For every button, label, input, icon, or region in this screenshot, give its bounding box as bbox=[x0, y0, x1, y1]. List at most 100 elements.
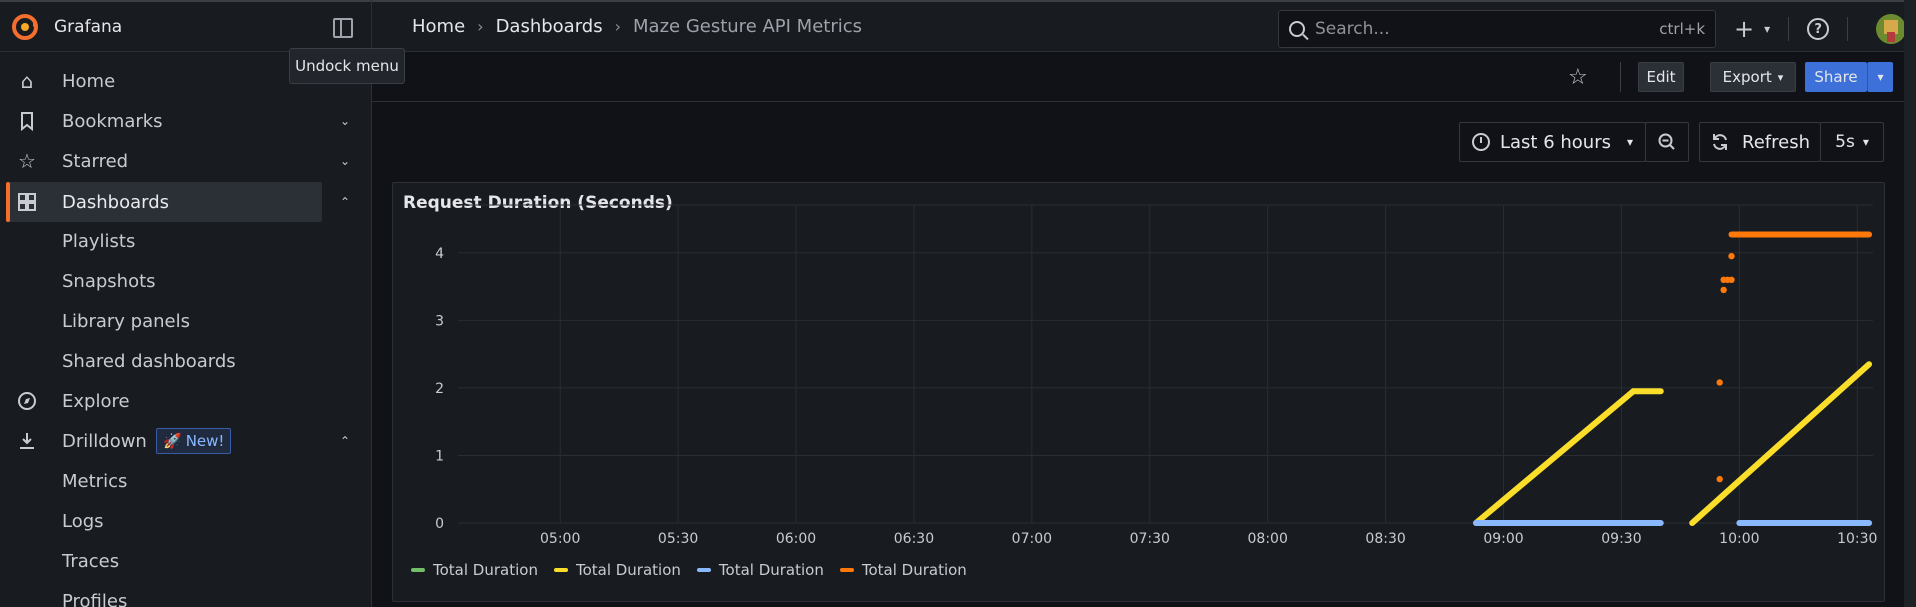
rocket-icon: 🚀 bbox=[163, 432, 182, 450]
share-button[interactable]: Share bbox=[1805, 62, 1867, 92]
sidebar-item-bookmarks[interactable]: Bookmarks ⌄ bbox=[0, 101, 371, 141]
breadcrumb-separator-icon: › bbox=[477, 17, 484, 36]
sidebar-item-profiles[interactable]: Profiles bbox=[0, 581, 371, 607]
sidebar-item-label: Library panels bbox=[62, 310, 190, 332]
sidebar-item-library-panels[interactable]: Library panels bbox=[0, 301, 371, 341]
active-indicator bbox=[6, 182, 10, 222]
x-tick-label: 08:30 bbox=[1365, 531, 1405, 547]
search-shortcut: ctrl+k bbox=[1659, 20, 1705, 38]
x-tick-label: 07:30 bbox=[1130, 531, 1170, 547]
breadcrumb-dashboards[interactable]: Dashboards bbox=[496, 16, 603, 37]
sidebar-item-label: Home bbox=[62, 70, 116, 92]
chevron-down-icon[interactable]: ⌄ bbox=[340, 114, 350, 128]
dashboards-icon bbox=[18, 193, 36, 211]
divider bbox=[1847, 17, 1849, 41]
sidebar-item-dashboards[interactable]: Dashboards ⌃ bbox=[0, 182, 371, 222]
legend-label: Total Duration bbox=[718, 561, 824, 579]
series-3-point bbox=[1720, 286, 1727, 294]
search-icon bbox=[1289, 21, 1305, 37]
series-3-point bbox=[1728, 276, 1735, 283]
refresh-button[interactable]: Refresh bbox=[1699, 122, 1821, 162]
chevron-up-icon[interactable]: ⌃ bbox=[340, 434, 350, 448]
top-actions: + ▾ ? bbox=[1734, 14, 1907, 44]
top-nav: Grafana Home › Dashboards › Maze Gesture… bbox=[0, 0, 1916, 52]
y-tick-label: 4 bbox=[435, 246, 444, 262]
export-label: Export bbox=[1722, 68, 1772, 86]
sidebar-item-snapshots[interactable]: Snapshots bbox=[0, 261, 371, 301]
x-tick-label: 08:00 bbox=[1248, 531, 1288, 547]
chart-legend: Total Duration Total Duration Total Durati… bbox=[411, 561, 969, 579]
x-tick-label: 05:30 bbox=[658, 531, 698, 547]
breadcrumb-current: Maze Gesture API Metrics bbox=[633, 16, 863, 37]
time-range-label: Last 6 hours bbox=[1500, 131, 1611, 153]
zoom-out-icon bbox=[1658, 133, 1675, 150]
breadcrumb-separator-icon: › bbox=[614, 17, 622, 36]
legend-item[interactable]: Total Duration bbox=[839, 561, 967, 579]
dock-menu-button[interactable] bbox=[333, 18, 353, 38]
refresh-interval-picker[interactable]: 5s ▾ bbox=[1820, 122, 1884, 162]
sidebar-item-traces[interactable]: Traces bbox=[0, 541, 371, 581]
divider bbox=[1620, 62, 1621, 92]
search-input[interactable]: Search... ctrl+k bbox=[1278, 10, 1716, 48]
chevron-down-icon: ▾ bbox=[1627, 135, 1634, 149]
brand-name: Grafana bbox=[54, 17, 123, 37]
refresh-interval-label: 5s bbox=[1835, 132, 1855, 152]
scatter-chart: 0 1 2 3 4 05:00 05:30 06:00 06:30 07:00 07:30 08:00… bbox=[435, 204, 1877, 547]
compass-icon bbox=[18, 392, 36, 410]
avatar[interactable] bbox=[1876, 14, 1907, 44]
chevron-down-icon: ▾ bbox=[1877, 70, 1884, 84]
drilldown-icon bbox=[20, 433, 34, 449]
legend-item[interactable]: Total Duration bbox=[411, 561, 538, 579]
edit-button[interactable]: Edit bbox=[1638, 62, 1684, 92]
sidebar-item-shared-dashboards[interactable]: Shared dashboards bbox=[0, 341, 371, 381]
time-range-picker[interactable]: Last 6 hours ▾ bbox=[1459, 122, 1646, 162]
sidebar-item-drilldown[interactable]: Drilldown 🚀 New! ⌃ bbox=[0, 421, 371, 461]
page-scrollbar[interactable] bbox=[1904, 0, 1916, 607]
legend-item[interactable]: Total Duration bbox=[553, 561, 681, 579]
chart-panel[interactable]: Request Duration (Seconds) 0 1 2 3 4 05:00 05:… bbox=[392, 182, 1885, 602]
new-badge-label: New! bbox=[185, 432, 225, 450]
breadcrumb-home[interactable]: Home bbox=[412, 16, 465, 37]
sidebar-item-label: Snapshots bbox=[62, 270, 156, 292]
help-icon[interactable]: ? bbox=[1807, 18, 1830, 40]
sidebar-item-explore[interactable]: Explore bbox=[0, 381, 371, 421]
x-tick-label: 06:30 bbox=[894, 531, 934, 547]
sidebar-item-label: Traces bbox=[62, 550, 120, 572]
sidebar-item-logs[interactable]: Logs bbox=[0, 501, 371, 541]
legend-item[interactable]: Total Duration bbox=[696, 561, 824, 579]
legend-swatch bbox=[696, 568, 711, 572]
add-new-button[interactable]: + bbox=[1734, 17, 1754, 41]
sidebar-item-label: Drilldown bbox=[62, 430, 147, 452]
home-logo-link[interactable]: Grafana bbox=[10, 12, 122, 42]
series-3-point bbox=[1728, 252, 1735, 260]
sidebar: ⌂ Home Bookmarks ⌄ ☆ Starred ⌄ Dashboard… bbox=[0, 52, 371, 607]
share-options-button[interactable]: ▾ bbox=[1867, 62, 1893, 92]
x-tick-label: 05:00 bbox=[540, 531, 580, 547]
legend-swatch bbox=[553, 568, 568, 572]
series-1-segment bbox=[1473, 388, 1637, 526]
sidebar-item-metrics[interactable]: Metrics bbox=[0, 461, 371, 501]
sidebar-item-label: Shared dashboards bbox=[62, 350, 236, 372]
zoom-out-button[interactable] bbox=[1645, 122, 1689, 162]
x-tick-label: 10:00 bbox=[1719, 531, 1759, 547]
y-tick-label: 0 bbox=[435, 516, 444, 532]
sidebar-item-starred[interactable]: ☆ Starred ⌄ bbox=[0, 141, 371, 181]
chevron-down-icon: ▾ bbox=[1862, 135, 1869, 149]
sidebar-item-label: Bookmarks bbox=[62, 110, 163, 132]
y-tick-label: 2 bbox=[435, 381, 444, 397]
sidebar-item-label: Metrics bbox=[62, 470, 128, 492]
chevron-down-icon[interactable]: ⌄ bbox=[340, 154, 350, 168]
chevron-up-icon[interactable]: ⌃ bbox=[340, 195, 350, 209]
chevron-down-icon: ▾ bbox=[1764, 22, 1771, 36]
x-tick-label: 07:00 bbox=[1012, 531, 1052, 547]
bookmark-icon bbox=[21, 112, 33, 132]
refresh-icon bbox=[1713, 134, 1727, 150]
clock-icon bbox=[1472, 133, 1490, 151]
chevron-down-icon: ▾ bbox=[1777, 70, 1784, 84]
star-icon[interactable]: ☆ bbox=[1568, 65, 1588, 90]
legend-label: Total Duration bbox=[861, 561, 967, 579]
refresh-label: Refresh bbox=[1742, 131, 1810, 153]
sidebar-item-playlists[interactable]: Playlists bbox=[0, 221, 371, 261]
divider bbox=[1788, 17, 1790, 41]
export-button[interactable]: Export ▾ bbox=[1710, 62, 1796, 92]
